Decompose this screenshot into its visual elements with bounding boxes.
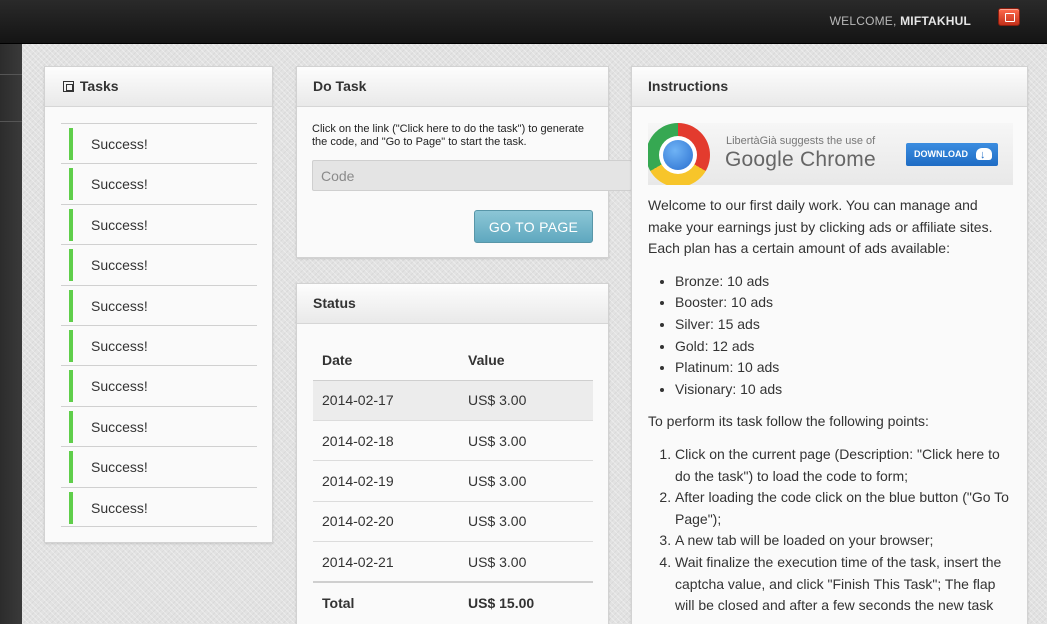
task-list: Success! Success! Success! Success! Succ… bbox=[61, 123, 257, 527]
instructions-title: Instructions bbox=[632, 67, 1027, 107]
plan-item: Visionary: 10 ads bbox=[675, 379, 1013, 401]
success-indicator bbox=[69, 451, 73, 484]
row-date: 2014-02-18 bbox=[313, 420, 468, 462]
task-status: Success! bbox=[91, 136, 148, 152]
task-status: Success! bbox=[91, 459, 148, 476]
success-indicator bbox=[69, 168, 73, 201]
table-row: 2014-02-21 US$ 3.00 bbox=[313, 541, 593, 583]
row-date: 2014-02-17 bbox=[313, 380, 468, 421]
task-status: Success! bbox=[91, 176, 148, 193]
download-button[interactable]: DOWNLOAD bbox=[906, 143, 998, 167]
table-row: 2014-02-20 US$ 3.00 bbox=[313, 501, 593, 543]
table-row: 2014-02-19 US$ 3.00 bbox=[313, 460, 593, 502]
side-strip bbox=[0, 44, 22, 624]
top-bar: WELCOME, MIFTAKHUL bbox=[0, 0, 1047, 44]
banner-brand-text: Google Chrome bbox=[725, 148, 876, 171]
steps-intro: To perform its task follow the following… bbox=[648, 413, 929, 430]
status-table: Date Value 2014-02-17 US$ 3.00 2014-02-1… bbox=[313, 340, 593, 623]
side-strip-divider bbox=[0, 121, 22, 122]
status-title: Status bbox=[297, 284, 608, 324]
banner-suggest-text: LibertàGià suggests the use of bbox=[726, 135, 876, 147]
success-indicator bbox=[69, 128, 73, 160]
row-value: US$ 3.00 bbox=[468, 460, 593, 502]
row-value: US$ 3.00 bbox=[468, 541, 593, 583]
plan-item: Platinum: 10 ads bbox=[675, 357, 1013, 379]
table-row: 2014-02-18 US$ 3.00 bbox=[313, 420, 593, 462]
success-indicator bbox=[69, 491, 73, 524]
code-input[interactable] bbox=[312, 160, 632, 191]
row-value: US$ 3.00 bbox=[468, 501, 593, 543]
task-status: Success! bbox=[91, 216, 148, 233]
step-item: After loading the code click on the blue… bbox=[675, 487, 1013, 530]
do-task-instructions: Click on the link ("Click here to do the… bbox=[312, 123, 584, 148]
steps-list: Click on the current page (Description: … bbox=[675, 444, 1013, 617]
task-item: Success! bbox=[61, 244, 257, 284]
success-indicator bbox=[69, 370, 73, 403]
step-item: Click on the current page (Description: … bbox=[675, 444, 1013, 487]
welcome-label: WELCOME, bbox=[829, 14, 897, 28]
task-status: Success! bbox=[91, 418, 148, 435]
success-indicator bbox=[69, 208, 73, 241]
step-item: A new tab will be loaded on your browser… bbox=[675, 530, 1013, 552]
task-item: Success! bbox=[61, 405, 257, 446]
task-item: Success! bbox=[61, 163, 257, 203]
table-header-row: Date Value bbox=[313, 340, 593, 381]
instructions-content: Welcome to our first daily work. You can… bbox=[648, 195, 1013, 617]
task-status: Success! bbox=[91, 257, 148, 274]
task-status: Success! bbox=[91, 297, 148, 314]
task-item: Success! bbox=[61, 203, 257, 244]
column-header-date: Date bbox=[313, 340, 468, 381]
tasks-panel-header: Tasks bbox=[45, 67, 272, 107]
task-item: Success! bbox=[61, 446, 257, 486]
task-item: Success! bbox=[61, 486, 257, 527]
status-panel: Status Date Value 2014-02-17 US$ 3.00 20… bbox=[296, 283, 609, 624]
total-label: Total bbox=[313, 580, 468, 623]
tasks-panel: Tasks Success! Success! Success! Success… bbox=[44, 66, 273, 543]
do-task-panel: Do Task Click on the link ("Click here t… bbox=[296, 66, 632, 258]
plan-item: Silver: 15 ads bbox=[675, 314, 1013, 336]
instructions-intro: Welcome to our first daily work. You can… bbox=[648, 197, 993, 257]
task-item: Success! bbox=[61, 284, 257, 325]
task-item: Success! bbox=[61, 324, 257, 365]
plan-item: Bronze: 10 ads bbox=[675, 271, 1013, 293]
cloud-download-icon bbox=[976, 144, 992, 167]
row-value: US$ 3.00 bbox=[468, 380, 593, 421]
tasks-title: Tasks bbox=[79, 78, 119, 94]
instructions-panel: Instructions LibertàGià suggests the use… bbox=[631, 66, 1028, 624]
task-status: Success! bbox=[91, 337, 148, 354]
tasks-icon bbox=[63, 81, 74, 92]
row-date: 2014-02-19 bbox=[313, 460, 468, 502]
task-status: Success! bbox=[91, 499, 148, 516]
download-label: DOWNLOAD bbox=[914, 149, 968, 159]
welcome-text: WELCOME, MIFTAKHUL bbox=[830, 14, 971, 28]
column-header-value: Value bbox=[468, 340, 593, 381]
chrome-logo-icon bbox=[648, 123, 712, 185]
table-row: 2014-02-17 US$ 3.00 bbox=[313, 380, 593, 421]
go-to-page-button[interactable]: GO TO PAGE bbox=[474, 210, 593, 243]
username[interactable]: MIFTAKHUL bbox=[900, 14, 971, 28]
step-item: Wait finalize the execution time of the … bbox=[675, 552, 1013, 617]
success-indicator bbox=[69, 249, 73, 282]
do-task-title: Do Task bbox=[297, 67, 608, 107]
side-strip-divider bbox=[0, 74, 22, 75]
row-date: 2014-02-21 bbox=[313, 541, 468, 583]
logout-icon[interactable] bbox=[998, 8, 1020, 26]
success-indicator bbox=[69, 329, 73, 362]
chrome-banner[interactable]: LibertàGià suggests the use of Google Ch… bbox=[648, 123, 1013, 185]
plan-item: Gold: 12 ads bbox=[675, 336, 1013, 358]
task-item: Success! bbox=[61, 365, 257, 405]
task-item: Success! bbox=[61, 123, 257, 163]
plan-item: Booster: 10 ads bbox=[675, 292, 1013, 314]
total-value: US$ 15.00 bbox=[468, 580, 593, 623]
row-date: 2014-02-20 bbox=[313, 501, 468, 543]
row-value: US$ 3.00 bbox=[468, 420, 593, 462]
success-indicator bbox=[69, 410, 73, 443]
plan-list: Bronze: 10 ads Booster: 10 ads Silver: 1… bbox=[675, 271, 1013, 401]
total-row: Total US$ 15.00 bbox=[313, 580, 593, 623]
success-indicator bbox=[69, 289, 73, 322]
task-status: Success! bbox=[91, 378, 148, 395]
